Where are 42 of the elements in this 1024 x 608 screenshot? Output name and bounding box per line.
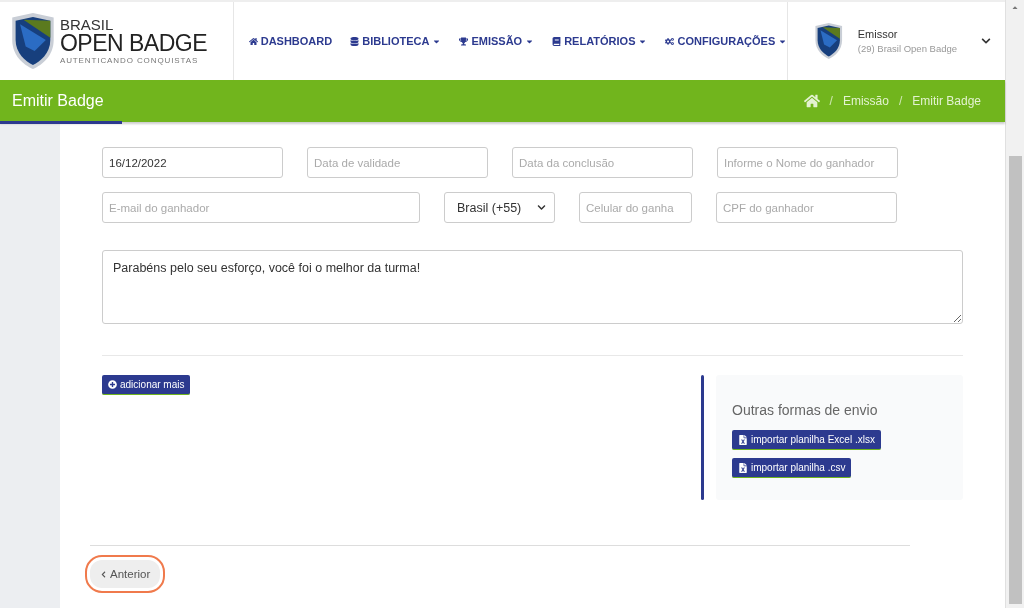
logo-tagline: AUTENTICANDO CONQUISTAS [59, 57, 200, 65]
text-field[interactable]: Data de validade [307, 147, 488, 178]
nav-icon [459, 36, 469, 46]
text-field[interactable]: 16/12/2022 [102, 147, 283, 178]
text-field[interactable]: Data da conclusão [512, 147, 693, 178]
scroll-up-icon[interactable] [1011, 4, 1019, 12]
file-icon [738, 434, 748, 445]
breadcrumb-separator: / [829, 94, 833, 108]
chevron-down-icon [537, 203, 546, 212]
logo-text: OPEN BADGE [59, 32, 207, 55]
plus-icon [108, 380, 117, 389]
scrollbar-thumb[interactable] [1008, 156, 1022, 604]
import-button[interactable]: importar planilha Excel .xlsx [732, 430, 881, 450]
text-field[interactable]: Informe o Nome do ganhador [717, 147, 898, 178]
nav-link[interactable]: EMISSÃO [459, 35, 535, 47]
chevron-left-icon [100, 570, 107, 578]
avatar-icon [814, 23, 844, 59]
breadcrumb-separator: / [898, 94, 903, 108]
nav-link[interactable]: RELATÓRIOS [552, 35, 648, 47]
logo-icon [10, 13, 56, 69]
page-title: Emitir Badge [12, 92, 104, 110]
logo-text: BRASIL [59, 17, 115, 32]
nav-icon [665, 36, 675, 46]
text-field[interactable]: Celular do ganha [579, 192, 692, 223]
home-icon[interactable] [803, 93, 820, 109]
file-icon [738, 462, 748, 473]
user-organization: (29) Brasil Open Badge [857, 43, 959, 54]
nav-link[interactable]: CONFIGURAÇÕES [665, 35, 788, 47]
text-field[interactable]: CPF do ganhador [716, 192, 897, 223]
nav-link[interactable]: BIBLIOTECA [350, 35, 442, 47]
add-more-button[interactable]: adicionar mais [102, 375, 191, 395]
text-field[interactable]: E-mail do ganhador [102, 192, 420, 223]
country-code-select[interactable]: Brasil (+55) [444, 192, 555, 223]
panel-title: Outras formas de envio [732, 402, 878, 418]
message-field[interactable]: Parabéns pelo seu esforço, você foi o melhor da turma! [102, 250, 963, 324]
chevron-down-icon[interactable] [981, 36, 991, 46]
nav-icon [350, 36, 360, 46]
import-button[interactable]: importar planilha .csv [732, 458, 852, 478]
user-role: Emissor [857, 28, 899, 40]
nav-icon [552, 36, 562, 46]
nav-link[interactable]: DASHBOARD [248, 35, 333, 47]
nav-icon [248, 36, 258, 46]
